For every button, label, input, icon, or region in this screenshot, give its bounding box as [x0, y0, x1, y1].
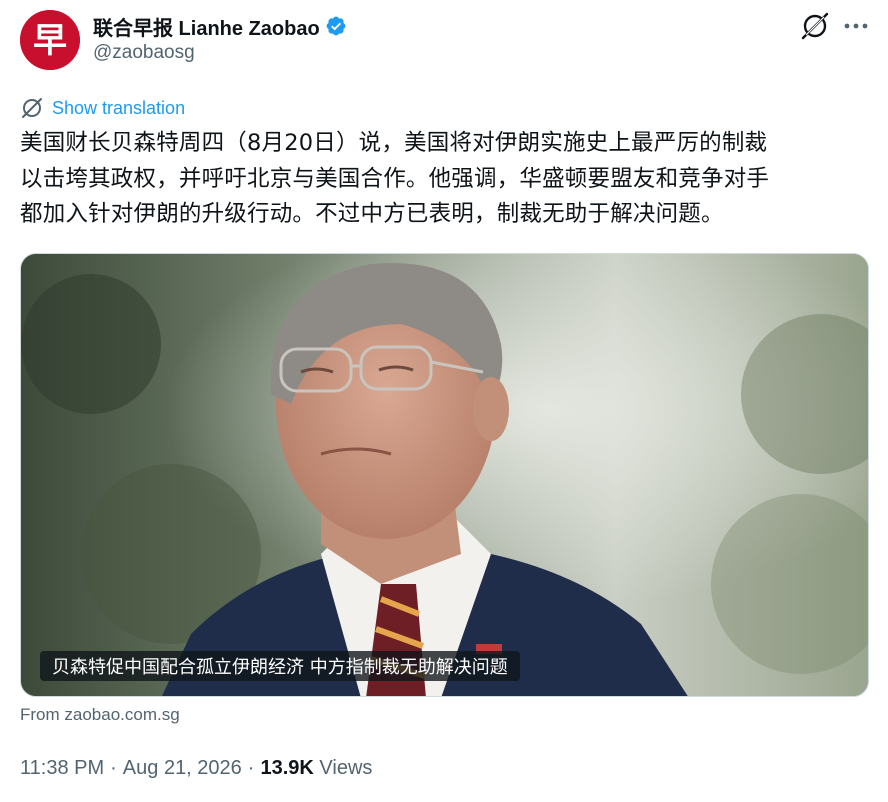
views-count[interactable]: 13.9K	[260, 757, 313, 779]
verified-badge-icon	[325, 15, 347, 37]
views-label: Views	[319, 757, 373, 779]
translate-icon	[20, 96, 44, 120]
tweet-text: 美国财长贝森特周四（8月20日）说，美国将对伊朗实施史上最严厉的制裁 以击垮其政…	[20, 126, 870, 233]
avatar-glyph: 早	[33, 21, 67, 61]
more-horizontal-icon[interactable]	[842, 14, 870, 38]
link-card-image[interactable]: 贝森特促中国配合孤立伊朗经济 中方指制裁无助解决问题	[20, 253, 869, 697]
handle[interactable]: @zaobaosg	[93, 42, 347, 64]
show-translation-button[interactable]: Show translation	[20, 96, 185, 120]
tweet-text-line: 美国财长贝森特周四（8月20日）说，美国将对伊朗实施史上最严厉的制裁	[20, 130, 768, 156]
tweet-text-line: 都加入针对伊朗的升级行动。不过中方已表明，制裁无助于解决问题。	[20, 201, 724, 227]
link-source[interactable]: From zaobao.com.sg	[20, 705, 180, 725]
tweet-text-line: 以击垮其政权，并呼吁北京与美国合作。他强调，华盛顿要盟友和竞争对手	[20, 165, 770, 192]
show-translation-label: Show translation	[52, 97, 186, 118]
post-time[interactable]: 11:38 PM	[20, 757, 104, 779]
author-block: 联合早报 Lianhe Zaobao @zaobaosg	[93, 12, 347, 64]
meta-separator: ·	[247, 757, 255, 779]
display-name[interactable]: 联合早报 Lianhe Zaobao	[93, 12, 320, 41]
meta-separator: ·	[110, 757, 117, 779]
post-date[interactable]: Aug 21, 2026	[123, 757, 242, 779]
post-meta: 11:38 PM · Aug 21, 2026 · 13.9K Views	[20, 757, 372, 780]
zaobao-logo: 早	[20, 10, 80, 70]
media-caption: 贝森特促中国配合孤立伊朗经济 中方指制裁无助解决问题	[40, 651, 520, 681]
grok-icon[interactable]	[800, 11, 830, 41]
name-row: 联合早报 Lianhe Zaobao	[93, 12, 347, 40]
news-photo	[21, 254, 868, 696]
post-card: 早 联合早报 Lianhe Zaobao @zaobaosg Show tran…	[0, 0, 888, 802]
avatar[interactable]: 早	[20, 10, 80, 70]
